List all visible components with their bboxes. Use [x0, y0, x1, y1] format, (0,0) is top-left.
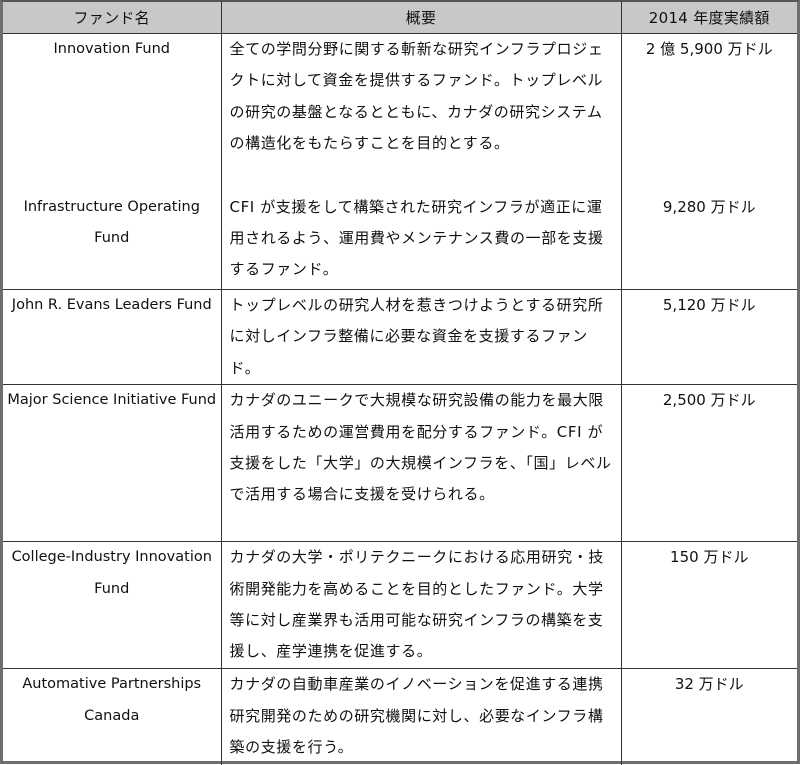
table-row: Innovation Fund 全ての学問分野に関する斬新な研究インフラプロジェ… [3, 33, 797, 192]
fund-name-cell: Major Science Initiative Fund [3, 384, 221, 542]
header-overview: 概要 [220, 2, 621, 34]
header-row: ファンド名 概要 2014 年度実績額 [3, 2, 797, 34]
table-row: Automative Partnerships Canada カナダの自動車産業… [3, 668, 797, 765]
fund-amount-cell: 5,120 万ドル [620, 288, 797, 385]
fund-description-cell: トップレベルの研究人材を惹きつけようとする研究所に対しインフラ整備に必要な資金を… [220, 288, 621, 385]
fund-description-cell: 全ての学問分野に関する斬新な研究インフラプロジェクトに対して資金を提供するファン… [220, 33, 621, 192]
fund-name-cell: Innovation Fund [3, 33, 221, 192]
fund-amount-cell: 2,500 万ドル [620, 384, 797, 542]
fund-table-frame: ファンド名 概要 2014 年度実績額 Innovation Fund 全ての学… [0, 0, 800, 765]
table-row: College-Industry Innovation Fund カナダの大学・… [3, 541, 797, 669]
table-row: Major Science Initiative Fund カナダのユニークで大… [3, 384, 797, 542]
fund-amount-cell: 2 億 5,900 万ドル [620, 33, 797, 192]
fund-name-cell: College-Industry Innovation Fund [3, 541, 221, 669]
fund-amount-cell: 9,280 万ドル [620, 191, 797, 290]
header-fund-name: ファンド名 [3, 2, 221, 34]
fund-name-cell: Infrastructure Operating Fund [23, 198, 200, 246]
fund-table: ファンド名 概要 2014 年度実績額 Innovation Fund 全ての学… [3, 2, 797, 765]
fund-name-cell: Automative Partnerships Canada [3, 668, 221, 765]
table-row: Infrastructure Operating Fund CFI が支援をして… [3, 191, 797, 290]
fund-amount-cell: 150 万ドル [620, 541, 797, 669]
fund-amount-cell: 32 万ドル [620, 668, 797, 765]
fund-description-cell: カナダのユニークで大規模な研究設備の能力を最大限活用するための運営費用を配分する… [220, 384, 621, 542]
header-amount-2014: 2014 年度実績額 [620, 2, 797, 34]
fund-description-cell: カナダの自動車産業のイノベーションを促進する連携研究開発のための研究機関に対し、… [220, 668, 621, 765]
fund-description-cell: カナダの大学・ポリテクニークにおける応用研究・技術開発能力を高めることを目的とし… [220, 541, 621, 669]
table-row: John R. Evans Leaders Fund トップレベルの研究人材を惹… [3, 288, 797, 385]
fund-name-cell: John R. Evans Leaders Fund [3, 288, 221, 385]
fund-description-cell: CFI が支援をして構築された研究インフラが適正に運用されるよう、運用費やメンテ… [220, 191, 621, 290]
